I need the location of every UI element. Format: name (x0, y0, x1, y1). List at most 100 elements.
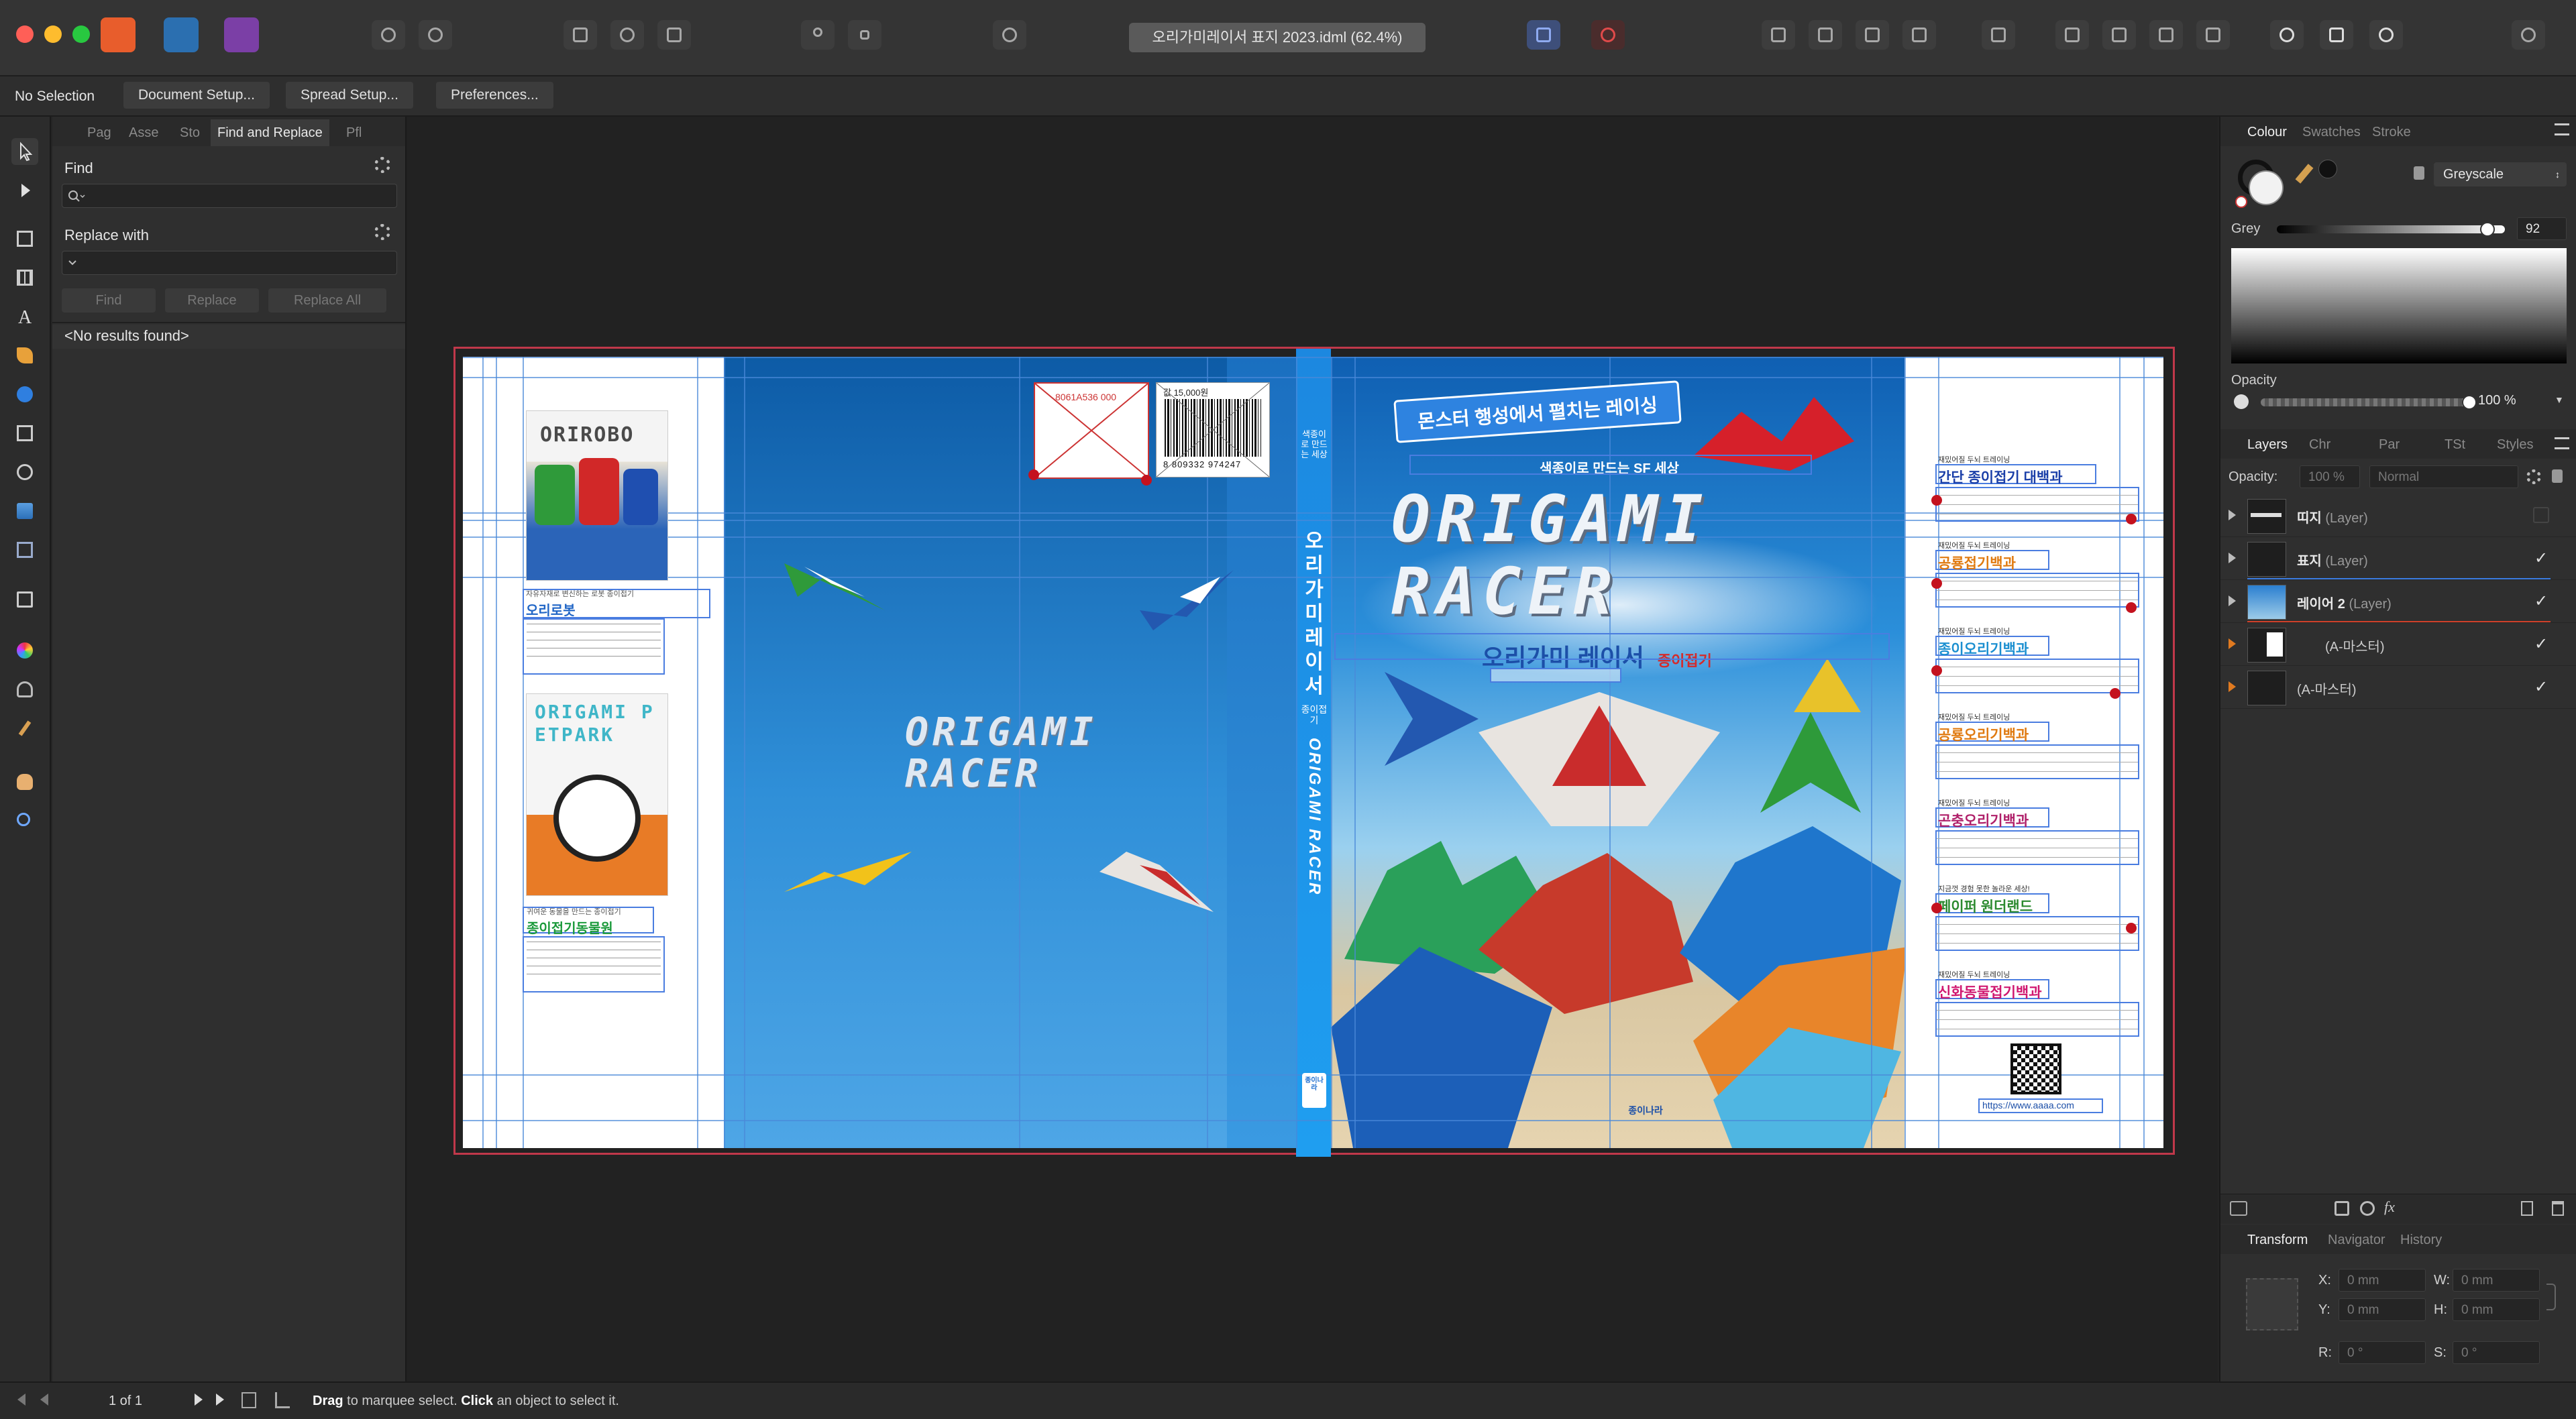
zoom-tool-icon[interactable] (11, 807, 38, 834)
replace-input[interactable] (62, 251, 397, 275)
expand-triangle-icon[interactable] (2229, 510, 2236, 520)
author-text-frame[interactable] (1490, 668, 1621, 683)
tab-history[interactable]: History (2400, 1233, 2442, 1248)
opacity-slider-knob[interactable] (2462, 395, 2477, 410)
tab-stock[interactable]: Sto (180, 119, 200, 146)
account-icon[interactable] (2512, 20, 2545, 50)
text-frame-icon[interactable] (564, 20, 597, 50)
place-image-tool-icon[interactable] (11, 498, 38, 524)
publisher-persona-icon[interactable] (224, 17, 259, 52)
boolean-intersect-icon[interactable] (2369, 20, 2403, 50)
opacity-slider[interactable] (2261, 395, 2477, 410)
tab-transform[interactable]: Transform (2247, 1233, 2308, 1248)
minimize-window-button[interactable] (44, 25, 62, 43)
tab-find-and-replace[interactable]: Find and Replace (211, 119, 329, 146)
add-layer-icon[interactable] (2521, 1201, 2533, 1216)
barcode-block[interactable]: 값 15,000원 8 809332 974247 (1156, 382, 1270, 477)
tab-text-styles[interactable]: TSt (2445, 437, 2465, 453)
w-input[interactable]: 0 mm (2453, 1269, 2540, 1292)
tab-swatches[interactable]: Swatches (2302, 125, 2361, 140)
last-page-icon[interactable] (216, 1394, 224, 1406)
frame-text-tool-icon[interactable] (11, 225, 38, 252)
rotation-input[interactable]: 0 ° (2339, 1341, 2426, 1364)
node-tool-icon[interactable] (11, 177, 38, 204)
opacity-value[interactable]: 100 % (2478, 393, 2516, 408)
fx-icon[interactable]: fx (2384, 1198, 2395, 1216)
close-window-button[interactable] (16, 25, 34, 43)
anchor-point-selector[interactable] (2246, 1278, 2298, 1330)
tab-stroke[interactable]: Stroke (2372, 125, 2411, 140)
h-input[interactable]: 0 mm (2453, 1298, 2540, 1321)
rotate-right-icon[interactable] (2196, 20, 2230, 50)
panel-menu-icon[interactable] (2555, 123, 2569, 135)
tab-layers[interactable]: Layers (2247, 437, 2288, 453)
colour-mode-select[interactable]: Greyscale ↕ (2434, 162, 2567, 186)
table-frame-tool-icon[interactable] (11, 536, 38, 563)
grey-slider[interactable] (2277, 222, 2505, 237)
fill-colour-well[interactable] (2249, 170, 2284, 205)
tab-styles[interactable]: Styles (2497, 437, 2533, 453)
snapping-magnet-icon[interactable] (1591, 20, 1625, 50)
layers-opacity-input[interactable]: 100 % (2300, 465, 2360, 488)
flip-horizontal-icon[interactable] (2055, 20, 2089, 50)
tab-assets[interactable]: Asse (129, 119, 158, 146)
pin-icon[interactable] (801, 20, 835, 50)
no-colour-icon[interactable] (2235, 196, 2247, 208)
picture-frame-tool-icon[interactable] (11, 420, 38, 447)
preview-mode-icon[interactable] (993, 20, 1026, 50)
expand-triangle-icon[interactable] (2229, 681, 2236, 692)
page-thumbnail-icon[interactable] (241, 1392, 256, 1408)
orirobo-book-cover[interactable]: ORIROBO (526, 410, 668, 581)
book-description-frame[interactable] (1935, 916, 2139, 951)
mask-icon[interactable] (2334, 1201, 2349, 1216)
order-forward-icon[interactable] (1856, 20, 1889, 50)
isbn-block[interactable]: 8061A536 000 (1034, 382, 1149, 479)
y-input[interactable]: 0 mm (2339, 1298, 2426, 1321)
book-description-frame[interactable] (1935, 1002, 2139, 1037)
expand-triangle-icon[interactable] (2229, 595, 2236, 606)
tab-navigator[interactable]: Navigator (2328, 1233, 2385, 1248)
grey-slider-knob[interactable] (2479, 222, 2495, 237)
boolean-subtract-icon[interactable] (2320, 20, 2353, 50)
crop-tool-icon[interactable] (11, 586, 38, 613)
book-description-frame[interactable] (1935, 487, 2139, 522)
text-wrap-icon[interactable] (1527, 20, 1560, 50)
expand-triangle-icon[interactable] (2229, 638, 2236, 649)
tab-colour[interactable]: Colour (2247, 125, 2287, 140)
align-icon[interactable] (1982, 20, 2015, 50)
book-description-frame[interactable] (1935, 573, 2139, 608)
shear-input[interactable]: 0 ° (2453, 1341, 2540, 1364)
layer-row[interactable]: (A-마스터) ✓ (2220, 667, 2576, 709)
layer-row[interactable]: 표지 (Layer) ✓ (2220, 538, 2576, 580)
petpark-book-cover[interactable]: ORIGAMI PETPARK (526, 693, 668, 896)
find-input[interactable] (62, 184, 397, 208)
spread-setup-button[interactable]: Spread Setup... (286, 82, 413, 109)
book-description-frame[interactable] (1935, 744, 2139, 779)
pen-tool-icon[interactable] (11, 342, 38, 369)
move-tool-icon[interactable] (11, 138, 38, 165)
boolean-add-icon[interactable] (2270, 20, 2304, 50)
transparency-tool-icon[interactable] (11, 676, 38, 703)
photo-persona-icon[interactable] (164, 17, 199, 52)
bleed-icon[interactable] (275, 1392, 290, 1408)
expand-triangle-icon[interactable] (2229, 553, 2236, 563)
next-page-icon[interactable] (195, 1394, 203, 1406)
find-settings-gear-icon[interactable] (374, 157, 390, 173)
hand-tool-icon[interactable] (11, 769, 38, 795)
first-page-icon[interactable] (17, 1394, 25, 1406)
flip-vertical-icon[interactable] (2102, 20, 2136, 50)
rotate-left-icon[interactable] (2149, 20, 2183, 50)
colour-field[interactable] (2231, 248, 2567, 363)
replace-button[interactable]: Replace (165, 288, 259, 313)
artistic-text-tool-icon[interactable]: A (11, 303, 38, 330)
table-tool-icon[interactable] (11, 264, 38, 291)
find-button[interactable]: Find (62, 288, 156, 313)
opacity-dropdown-icon[interactable]: ▼ (2555, 394, 2564, 405)
adjustment-icon[interactable] (2360, 1201, 2375, 1216)
link-proportions-icon[interactable] (2546, 1284, 2556, 1310)
layer-settings-gear-icon[interactable] (2526, 469, 2541, 484)
ellipse-frame-icon[interactable] (610, 20, 644, 50)
layer-row[interactable]: 띠지 (Layer) (2220, 495, 2576, 537)
layers-menu-icon[interactable] (2555, 437, 2569, 449)
layer-row[interactable]: (A-마스터) ✓ (2220, 624, 2576, 666)
